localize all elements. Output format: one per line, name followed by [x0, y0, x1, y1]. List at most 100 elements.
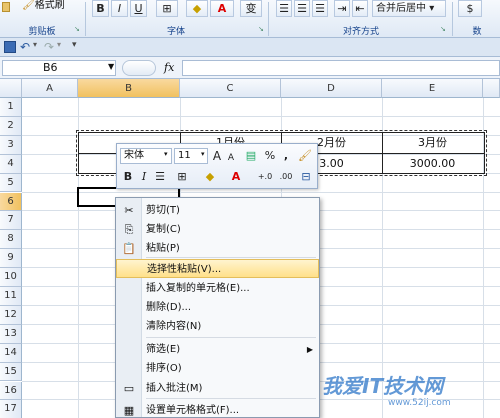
bold-button[interactable]: B	[92, 0, 109, 17]
italic-button[interactable]: I	[111, 0, 128, 17]
menu-item-label: 排序(O)	[146, 363, 182, 374]
row-header[interactable]: 1	[0, 98, 22, 117]
group-font-label: 字体	[166, 27, 185, 37]
row-header[interactable]: 4	[0, 154, 22, 174]
scissors-icon: ✂	[124, 204, 134, 217]
quick-access-toolbar: ↶ ▾ ↷ ▾ ▾	[0, 38, 500, 57]
menu-item[interactable]: ▭ 插入批注(M)	[116, 379, 319, 398]
currency-icon: $	[466, 2, 474, 15]
mini-font-color-button[interactable]: A	[225, 169, 247, 185]
align-left-icon: ☰	[279, 2, 289, 15]
mini-bold-button[interactable]: B	[121, 169, 135, 185]
column-header-f[interactable]	[483, 79, 500, 98]
font-color-button[interactable]: A	[210, 0, 234, 17]
format-painter-mini-button[interactable]: 🖌	[297, 148, 313, 164]
row-header[interactable]: 9	[0, 249, 22, 269]
customize-icon[interactable]: ▾	[72, 40, 77, 50]
paste-icon[interactable]	[2, 2, 10, 12]
comma-button[interactable]: ,	[279, 148, 293, 164]
menu-item[interactable]: 📋 粘贴(P)	[116, 239, 319, 258]
menu-item[interactable]: ✂ 剪切(T)	[116, 201, 319, 220]
menu-item[interactable]: 插入复制的单元格(E)...	[116, 279, 319, 298]
outdent-button[interactable]: ⇤	[352, 0, 368, 17]
menu-item-label: 选择性粘贴(V)...	[147, 264, 222, 275]
select-all-corner[interactable]	[0, 79, 22, 98]
align-right-icon: ☰	[315, 2, 325, 15]
dropdown-arrow-icon: ▾	[429, 3, 435, 14]
accounting-icon: ▤	[245, 149, 257, 162]
row-header[interactable]: 8	[0, 230, 22, 250]
mini-fill-color-button[interactable]: ◆	[199, 169, 221, 185]
row-header[interactable]: 12	[0, 305, 22, 325]
align-left-button[interactable]: ☰	[276, 0, 292, 17]
merge-center-button[interactable]: 合并后居中 ▾	[372, 0, 446, 17]
cell-e3[interactable]: 3月份	[382, 134, 483, 152]
align-center-button[interactable]: ☰	[294, 0, 310, 17]
name-box-dropdown-icon[interactable]: ▼	[108, 62, 114, 71]
menu-item[interactable]: ▦ 设置单元格格式(F)...	[116, 401, 319, 417]
column-header-e[interactable]: E	[382, 79, 483, 98]
row-header[interactable]: 7	[0, 211, 22, 231]
name-box[interactable]: B6	[2, 60, 116, 76]
save-icon[interactable]	[4, 41, 16, 53]
underline-button[interactable]: U	[130, 0, 147, 17]
number-format-button[interactable]: $	[458, 0, 482, 17]
fill-color-button[interactable]: ◆	[186, 0, 208, 17]
indent-button[interactable]: ⇥	[334, 0, 350, 17]
dialog-launcher-icon[interactable]: ↘	[74, 25, 80, 33]
redo-icon[interactable]: ↷	[44, 40, 54, 54]
percent-button[interactable]: %	[263, 148, 277, 164]
row-header[interactable]: 6	[0, 192, 22, 212]
font-name-dropdown-icon[interactable]: ▾	[164, 150, 168, 158]
menu-separator	[146, 398, 316, 399]
menu-item[interactable]: 删除(D)...	[116, 298, 319, 317]
align-right-button[interactable]: ☰	[312, 0, 328, 17]
menu-item[interactable]: 筛选(E) ▶	[116, 340, 319, 359]
menu-item[interactable]: 选择性粘贴(V)...	[116, 259, 319, 278]
decrease-decimal-button[interactable]: .00	[277, 169, 295, 185]
row-header[interactable]: 3	[0, 135, 22, 155]
merge-cells-mini-button[interactable]: ⊟	[299, 169, 313, 185]
mini-center-button[interactable]: ☰	[153, 169, 167, 185]
mini-borders-button[interactable]: ⊞	[171, 169, 193, 185]
phonetic-button[interactable]: 变	[240, 0, 262, 17]
shrink-font-button[interactable]: A	[225, 150, 237, 166]
row-header[interactable]: 14	[0, 343, 22, 363]
column-header-a[interactable]: A	[22, 79, 78, 98]
row-header[interactable]: 15	[0, 362, 22, 382]
align-center-icon: ☰	[155, 170, 165, 183]
menu-item[interactable]: 排序(O)	[116, 359, 319, 378]
format-painter-label: 格式刷	[34, 0, 65, 11]
accounting-format-button[interactable]: ▤	[241, 148, 261, 164]
column-header-d[interactable]: D	[281, 79, 382, 98]
row-header[interactable]: 10	[0, 268, 22, 287]
undo-dropdown-icon[interactable]: ▾	[33, 40, 37, 49]
formula-input[interactable]	[182, 60, 500, 76]
row-header[interactable]: 13	[0, 324, 22, 344]
row-header[interactable]: 2	[0, 116, 22, 136]
increase-decimal-button[interactable]: +.0	[255, 169, 275, 185]
menu-item[interactable]: 清除内容(N)	[116, 317, 319, 336]
dialog-launcher-icon[interactable]: ↘	[440, 25, 446, 33]
undo-icon[interactable]: ↶	[20, 40, 30, 54]
grow-font-button[interactable]: A	[210, 148, 224, 164]
dialog-launcher-icon[interactable]: ↘	[258, 25, 264, 33]
formula-expand-handle[interactable]	[122, 60, 156, 76]
mini-toolbar: 宋体 ▾ 11 ▾ A A ▤ % , 🖌 B I ☰ ⊞ ◆ A +.0 .0…	[116, 143, 318, 189]
redo-dropdown-icon[interactable]: ▾	[57, 40, 61, 49]
borders-button[interactable]: ⊞	[156, 0, 178, 17]
font-size-dropdown-icon[interactable]: ▾	[201, 150, 205, 158]
format-painter-button[interactable]: 🖌格式刷	[22, 0, 65, 12]
column-header-c[interactable]: C	[180, 79, 281, 98]
fx-icon[interactable]: fx	[164, 61, 174, 74]
watermark-text: 我爱IT技术网	[322, 374, 444, 398]
column-header-b[interactable]: B	[78, 79, 180, 98]
row-header[interactable]: 5	[0, 173, 22, 193]
brush-icon: 🖌	[22, 0, 35, 11]
cell-e4[interactable]: 3000.00	[382, 155, 483, 173]
row-header[interactable]: 17	[0, 400, 22, 418]
row-header[interactable]: 11	[0, 287, 22, 306]
mini-italic-button[interactable]: I	[137, 169, 151, 185]
row-header[interactable]: 16	[0, 381, 22, 401]
menu-item[interactable]: ⎘ 复制(C)	[116, 220, 319, 239]
